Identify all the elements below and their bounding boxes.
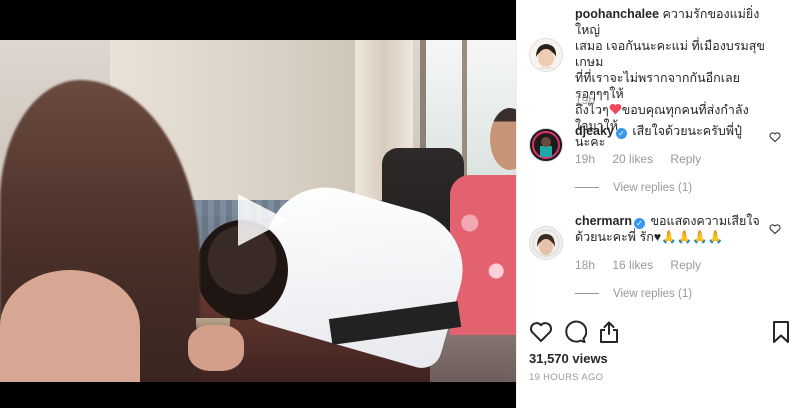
comment-meta: 18h 16 likes Reply: [575, 258, 715, 272]
comment-text-line-2: ด้วยนะคะพี่ รัก♥🙏🙏🙏🙏: [575, 230, 724, 244]
comment-chermarn-text: chermarn ✓ ขอแสดงความเสียใจ ด้วยนะคะพี่ ร…: [575, 213, 769, 245]
post-side-panel: poohanchalee ความรักของแม่ยิ่งใหญ่ เสมอ …: [516, 0, 800, 408]
reply-button[interactable]: Reply: [670, 152, 701, 166]
video-frame[interactable]: [0, 40, 516, 382]
view-count[interactable]: 31,570 views: [529, 351, 608, 366]
scene-hand: [188, 325, 244, 371]
verified-badge-icon: ✓: [615, 128, 627, 139]
comment-likes[interactable]: 16 likes: [612, 258, 653, 272]
avatar-image: [530, 39, 562, 71]
comment-likes[interactable]: 20 likes: [612, 152, 653, 166]
play-icon[interactable]: [232, 190, 292, 250]
scene-woman-shoulder: [0, 270, 140, 382]
view-replies-label: View replies (1): [613, 288, 693, 300]
comment-username[interactable]: chermarn: [575, 214, 632, 228]
comment-time[interactable]: 18h: [575, 258, 595, 272]
view-replies-button[interactable]: View replies (1): [575, 288, 692, 300]
avatar-chermarn[interactable]: [529, 226, 563, 260]
caption-username[interactable]: poohanchalee: [575, 7, 659, 21]
post-timestamp[interactable]: 19 HOURS AGO: [529, 372, 603, 383]
action-bar: [517, 320, 800, 344]
comment-like-heart-icon[interactable]: [769, 131, 781, 143]
view-replies-button[interactable]: View replies (1): [575, 182, 692, 194]
comment-like-heart-icon[interactable]: [769, 223, 781, 235]
reply-button[interactable]: Reply: [670, 258, 701, 272]
comment-time[interactable]: 19h: [575, 152, 595, 166]
bookmark-icon[interactable]: [769, 320, 793, 344]
comment-username[interactable]: djeaky: [575, 124, 614, 138]
comment-meta: 19h 20 likes Reply: [575, 152, 715, 166]
avatar-poohanchalee[interactable]: [529, 38, 563, 72]
caption-time[interactable]: 19h: [575, 93, 595, 107]
view-replies-label: View replies (1): [613, 182, 693, 194]
replies-divider: [575, 187, 599, 189]
avatar-djeaky[interactable]: [529, 128, 563, 162]
comment-text-line-1: ขอแสดงความเสียใจ: [650, 214, 760, 228]
red-heart-icon: [609, 103, 622, 115]
comment-djeaky-text: djeaky ✓ เสียใจด้วยนะครับพี่ปู๋: [575, 123, 769, 139]
share-icon[interactable]: [597, 320, 621, 344]
avatar-image: [530, 129, 562, 161]
heart-outline-icon[interactable]: [529, 320, 553, 344]
avatar-image: [530, 227, 562, 259]
speech-bubble-icon[interactable]: [563, 320, 587, 344]
caption-line-2: เสมอ เจอกันนะคะแม่ ที่เมืองบรมสุขเกษม: [575, 39, 765, 69]
verified-badge-icon: ✓: [633, 218, 645, 229]
replies-divider: [575, 293, 599, 295]
comment-text: เสียใจด้วยนะครับพี่ปู๋: [632, 124, 742, 138]
caption-meta: 19h: [575, 93, 609, 107]
video-player[interactable]: [0, 0, 516, 408]
